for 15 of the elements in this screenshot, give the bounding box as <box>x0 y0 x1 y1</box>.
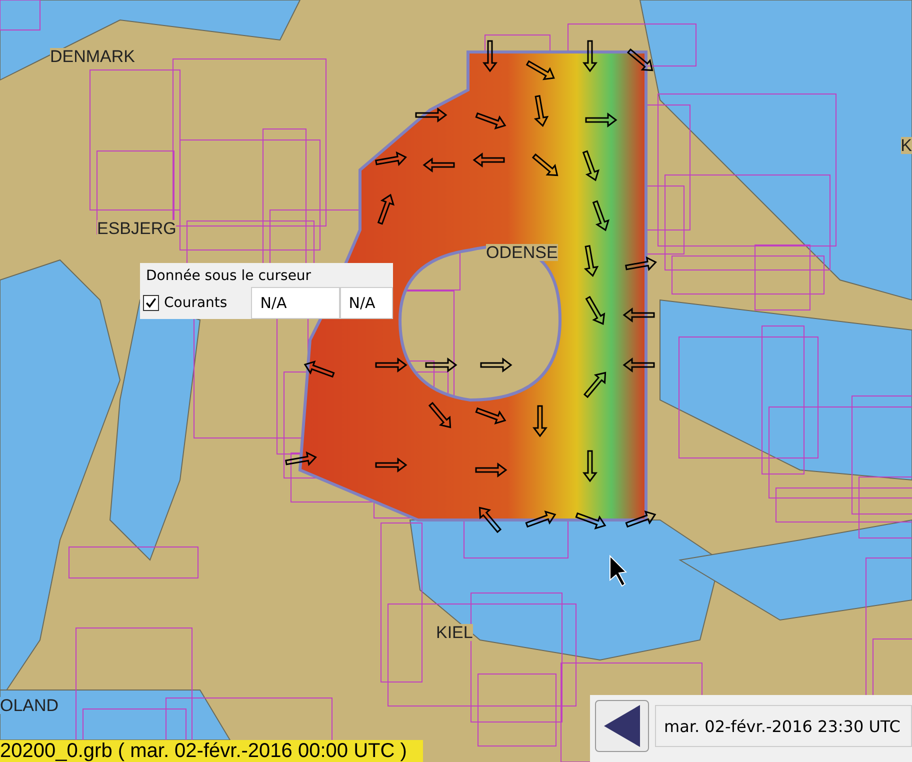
time-field: mar. 02-févr.-2016 23:30 UTC <box>655 705 912 747</box>
place-label: ODENSE <box>486 244 558 261</box>
previous-button[interactable] <box>595 700 649 752</box>
place-label: DENMARK <box>50 48 136 65</box>
file-info-bar: 20200_0.grb ( mar. 02-févr.-2016 00:00 UTC ) <box>0 740 423 762</box>
layer-label: Courants <box>164 295 228 311</box>
value-field: N/A <box>340 287 393 319</box>
place-label: K <box>900 137 912 154</box>
panel-title: Donnée sous le curseur <box>145 267 312 286</box>
left-triangle-icon <box>602 704 642 748</box>
place-label: KIEL <box>436 624 473 641</box>
place-label: ESBJERG <box>97 220 176 237</box>
place-label: OLAND <box>0 697 59 714</box>
checkbox[interactable] <box>143 295 159 311</box>
value-field: N/A <box>251 287 340 319</box>
